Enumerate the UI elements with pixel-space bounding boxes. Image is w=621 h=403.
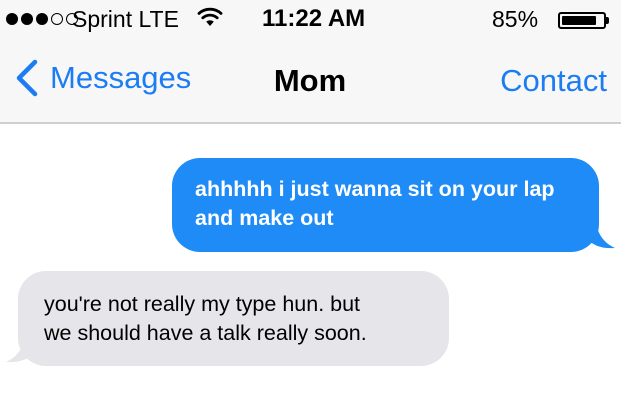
battery-terminal xyxy=(606,17,609,24)
sent-message-bubble[interactable]: ahhhhh i just wanna sit on your lap and … xyxy=(172,158,599,252)
message-line: and make out xyxy=(195,206,334,230)
signal-dot xyxy=(6,13,18,25)
message-line: ahhhhh i just wanna sit on your lap xyxy=(195,177,555,201)
sent-bubble-tail xyxy=(586,220,615,249)
message-line: you're not really my type hun. but xyxy=(44,292,361,316)
received-message-bubble[interactable]: you're not really my type hun. but we sh… xyxy=(18,271,449,366)
signal-dot xyxy=(36,13,48,25)
navigation-bar: Messages Mom Contact xyxy=(0,40,621,122)
battery-icon xyxy=(558,12,606,29)
back-button[interactable]: Messages xyxy=(14,58,191,98)
battery-percent: 85% xyxy=(492,6,539,32)
chevron-left-icon xyxy=(16,59,38,97)
conversation-title: Mom xyxy=(273,63,347,98)
status-time: 11:22 AM xyxy=(262,5,366,32)
battery-level xyxy=(562,16,596,25)
contact-button[interactable]: Contact xyxy=(500,63,607,99)
received-bubble-tail xyxy=(6,334,35,363)
wifi-icon xyxy=(197,7,223,34)
carrier-label: Sprint LTE xyxy=(72,6,179,32)
signal-strength-icon xyxy=(6,13,78,25)
signal-dot xyxy=(51,13,63,25)
signal-dot xyxy=(21,13,33,25)
top-chrome: Sprint LTE 11:22 AM 85% Messages Mom Con… xyxy=(0,0,621,124)
message-thread[interactable]: ahhhhh i just wanna sit on your lap and … xyxy=(0,124,621,403)
back-button-label: Messages xyxy=(50,60,192,95)
message-line: we should have a talk really soon. xyxy=(44,321,367,345)
status-bar: Sprint LTE 11:22 AM 85% xyxy=(0,0,621,40)
